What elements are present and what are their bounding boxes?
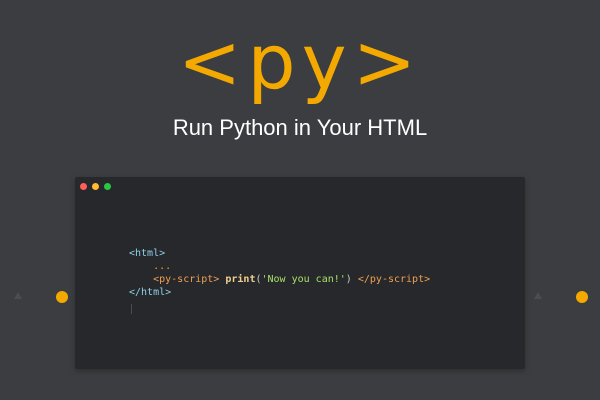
code-py-script-close: </py-script> xyxy=(357,274,431,285)
pyscript-logo: <py> xyxy=(177,17,423,106)
code-editor-window: <html> ... <py-script> print('Now you ca… xyxy=(75,177,525,369)
code-print-function: print xyxy=(225,274,256,285)
code-string: 'Now you can!' xyxy=(261,274,346,285)
code-py-script-open: <py-script> xyxy=(153,274,220,285)
code-paren-close: ) xyxy=(345,274,352,285)
orange-dot-icon-left[interactable] xyxy=(56,291,68,303)
close-window-dot-icon[interactable] xyxy=(80,183,87,190)
code-ellipsis: ... xyxy=(153,261,172,272)
code-html-close: </html> xyxy=(129,287,172,298)
code-html-open: <html> xyxy=(129,248,166,259)
code-block: <html> ... <py-script> print('Now you ca… xyxy=(129,247,430,299)
tagline: Run Python in Your HTML xyxy=(172,115,428,140)
orange-dot-icon-right[interactable] xyxy=(576,291,588,303)
triangle-up-icon-left[interactable] xyxy=(14,292,22,299)
minimize-window-dot-icon[interactable] xyxy=(92,183,99,190)
triangle-up-icon-right[interactable] xyxy=(534,292,542,299)
maximize-window-dot-icon[interactable] xyxy=(104,183,111,190)
text-cursor xyxy=(131,304,132,314)
